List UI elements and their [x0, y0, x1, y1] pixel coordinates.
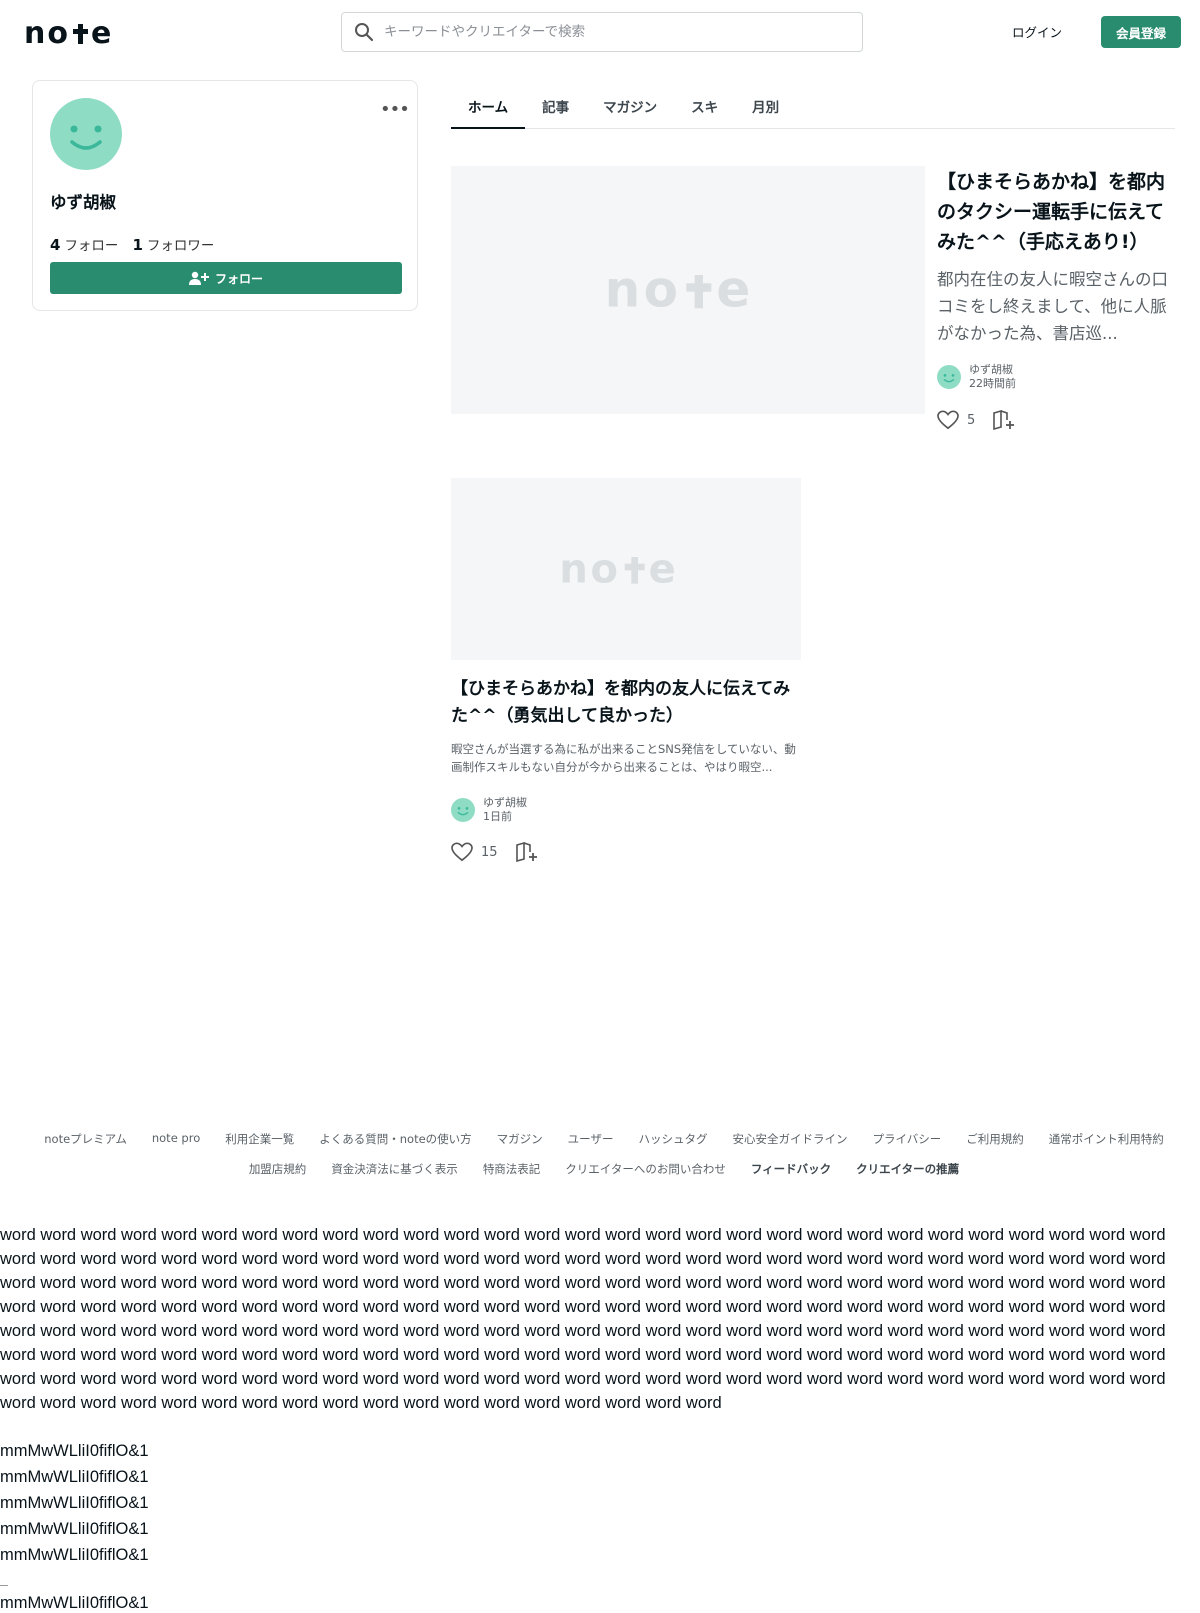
footer-link[interactable]: 通常ポイント利用特約: [1049, 1131, 1164, 1147]
footer-link[interactable]: 安心安全ガイドライン: [732, 1131, 847, 1147]
profile-card: ••• ゆず胡椒 4 フォロー 1 フォロワー フォロー: [32, 80, 418, 311]
post-time: 1日前: [483, 810, 512, 823]
footer-link[interactable]: ハッシュタグ: [638, 1131, 707, 1147]
post-time: 22時間前: [969, 377, 1016, 390]
footer-link[interactable]: ご利用規約: [966, 1131, 1024, 1147]
font-sample-line: mmMwWLliI0fiflO&1: [0, 1442, 149, 1460]
feedback-link[interactable]: フィードバック: [751, 1161, 831, 1177]
article-actions: 5: [937, 410, 1015, 430]
footer-link[interactable]: 加盟店規約: [249, 1161, 307, 1177]
profile-tabs: ホーム 記事 マガジン スキ 月別: [451, 84, 1175, 129]
footer-link[interactable]: 資金決済法に基づく表示: [331, 1161, 458, 1177]
heart-icon[interactable]: [937, 410, 959, 430]
note-logo[interactable]: no e: [24, 18, 124, 48]
avatar: [937, 365, 961, 389]
follower-count[interactable]: 1: [132, 236, 142, 254]
footer-link[interactable]: 利用企業一覧: [225, 1131, 294, 1147]
svg-text:no: no: [559, 549, 620, 589]
follow-label[interactable]: フォロー: [64, 234, 118, 254]
heart-icon[interactable]: [451, 842, 473, 862]
footer-link[interactable]: マガジン: [497, 1131, 543, 1147]
article-thumbnail[interactable]: no e: [451, 166, 925, 414]
font-sample-line: mmMwWLliI0fiflO&1: [0, 1594, 149, 1612]
add-to-magazine-icon[interactable]: [993, 410, 1015, 430]
note-placeholder-logo: no e: [605, 265, 751, 315]
font-sample-line: mmMwWLliI0fiflO&1: [0, 1468, 149, 1486]
creator-recommend-link[interactable]: クリエイターの推薦: [856, 1161, 959, 1177]
article-thumbnail[interactable]: no e: [451, 478, 801, 660]
footer-link[interactable]: よくある質問・noteの使い方: [319, 1131, 471, 1147]
article-title[interactable]: 【ひまそらあかね】を都内のタクシー運転手に伝えてみた^^（手応えあり!）: [937, 167, 1177, 257]
profile-name: ゆず胡椒: [50, 193, 116, 212]
add-to-magazine-icon[interactable]: [515, 842, 538, 862]
note-placeholder-logo: no e: [559, 549, 676, 589]
search-input[interactable]: [384, 24, 824, 40]
svg-text:e: e: [91, 18, 111, 48]
tab-articles[interactable]: 記事: [525, 84, 586, 129]
like-count: 15: [481, 844, 498, 860]
add-user-icon: [188, 271, 209, 285]
avatar: [451, 798, 475, 822]
footer-link[interactable]: ユーザー: [568, 1131, 614, 1147]
follow-count[interactable]: 4: [50, 236, 60, 254]
svg-text:no: no: [605, 265, 682, 315]
footer-links-row1: noteプレミアム note pro 利用企業一覧 よくある質問・noteの使い…: [24, 1131, 1184, 1147]
svg-text:e: e: [649, 549, 676, 589]
tab-magazines[interactable]: マガジン: [586, 84, 674, 129]
signup-button[interactable]: 会員登録: [1101, 16, 1181, 48]
follow-button[interactable]: フォロー: [50, 262, 402, 294]
tab-home[interactable]: ホーム: [451, 84, 526, 129]
filler-word-text: word word word word word word word word …: [0, 1226, 1166, 1412]
login-link[interactable]: ログイン: [1012, 22, 1062, 41]
article-title[interactable]: 【ひまそらあかね】を都内の友人に伝えてみた^^（勇気出して良かった）: [451, 676, 801, 730]
article-excerpt[interactable]: 暇空さんが当選する為に私が出来ることSNS発信をしていない、動画制作スキルもない…: [451, 740, 801, 776]
footer-link[interactable]: note pro: [152, 1131, 200, 1147]
search-icon: [355, 23, 374, 42]
footer-link[interactable]: noteプレミアム: [44, 1131, 127, 1147]
svg-text:e: e: [716, 265, 750, 315]
article-excerpt[interactable]: 都内在住の友人に暇空さんの口コミをし終えまして、他に人脈がなかった為、書店巡..…: [937, 266, 1177, 347]
more-menu-icon[interactable]: •••: [380, 99, 410, 120]
follower-label[interactable]: フォロワー: [147, 234, 215, 254]
follow-stats: 4 フォロー 1 フォロワー: [50, 234, 224, 254]
article-author[interactable]: ゆず胡椒 1日前: [451, 796, 527, 824]
search-box[interactable]: [341, 12, 863, 52]
footer-link[interactable]: 特商法表記: [483, 1161, 541, 1177]
font-sample-line: mmMwWLliI0fiflO&1: [0, 1494, 149, 1512]
divider: [0, 1585, 8, 1586]
font-sample-line: mmMwWLliI0fiflO&1: [0, 1546, 149, 1564]
like-count: 5: [967, 412, 976, 428]
avatar[interactable]: [50, 98, 122, 170]
svg-text:no: no: [24, 18, 70, 48]
tab-monthly[interactable]: 月別: [735, 84, 796, 129]
author-name: ゆず胡椒: [969, 363, 1013, 376]
font-sample-line: mmMwWLliI0fiflO&1: [0, 1520, 149, 1538]
footer-link[interactable]: クリエイターへのお問い合わせ: [565, 1161, 726, 1177]
footer-link[interactable]: プライバシー: [872, 1131, 941, 1147]
author-name: ゆず胡椒: [483, 796, 527, 809]
footer-links-row2: 加盟店規約 資金決済法に基づく表示 特商法表記 クリエイターへのお問い合わせ フ…: [24, 1161, 1184, 1177]
follow-button-label: フォロー: [214, 271, 263, 286]
article-author[interactable]: ゆず胡椒 22時間前: [937, 363, 1016, 391]
tab-likes[interactable]: スキ: [674, 84, 735, 129]
article-actions: 15: [451, 842, 538, 862]
